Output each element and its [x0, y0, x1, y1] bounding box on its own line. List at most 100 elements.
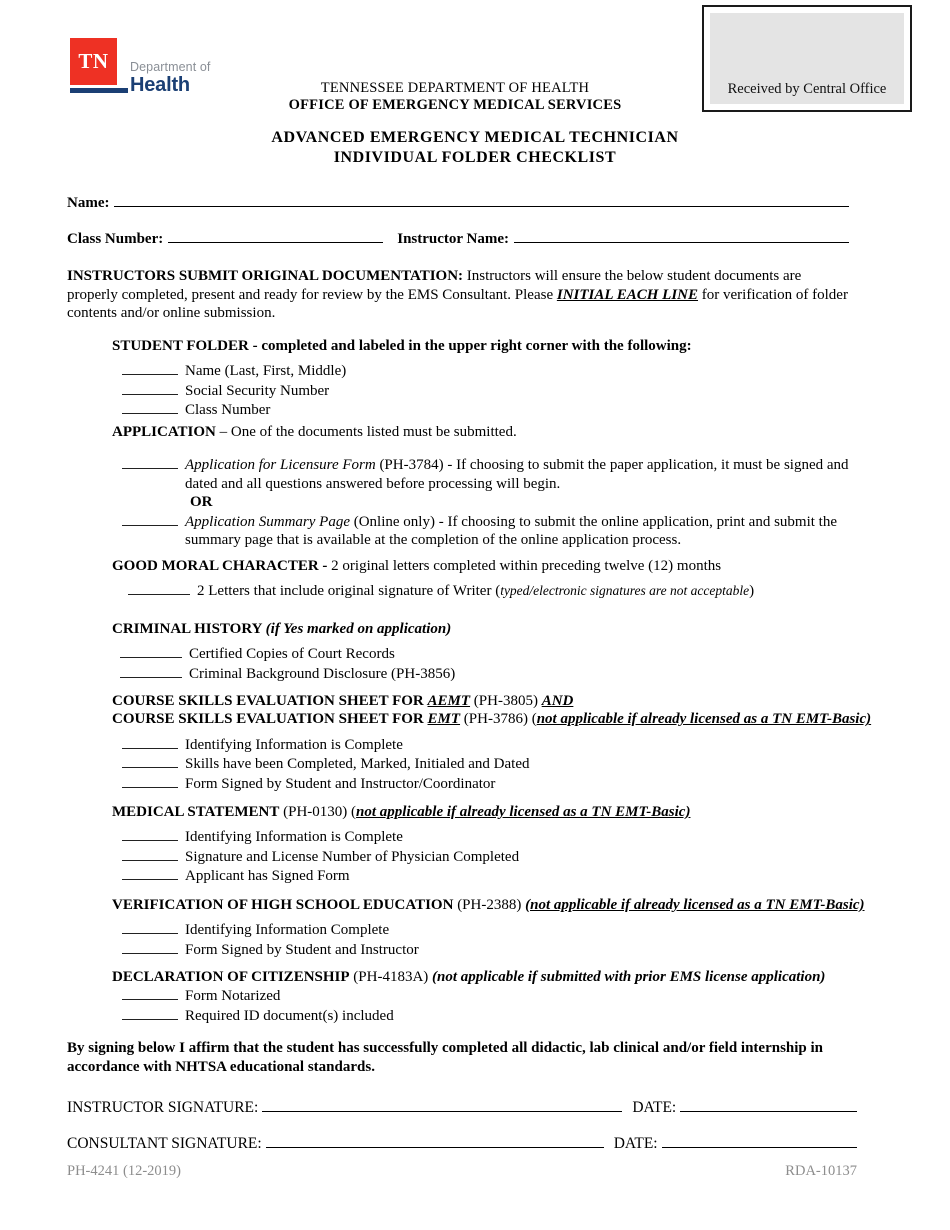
list-item-text: 2 Letters that include original signatur… [197, 583, 501, 600]
page-title-line-2: INDIVIDUAL FOLDER CHECKLIST [333, 149, 617, 166]
list-item-label: Signature and License Number of Physicia… [185, 848, 520, 865]
list-item: Required ID document(s) included [112, 1006, 872, 1025]
logo-health-label: Health [130, 74, 190, 96]
list-item: Criminal Background Disclosure (PH-3856) [112, 664, 857, 683]
initial-blank[interactable] [122, 754, 178, 769]
initial-blank[interactable] [122, 361, 178, 376]
list-item-label: Form Signed by Student and Instructor/Co… [185, 775, 496, 792]
instructor-signature-row: INSTRUCTOR SIGNATURE: DATE: [67, 1096, 857, 1117]
list-item: Application for Licensure Form (PH-3784)… [112, 455, 857, 493]
instructor-name-input[interactable] [514, 228, 849, 243]
heading-emphasis-and: AND [541, 693, 574, 709]
section-student-folder: STUDENT FOLDER - completed and labeled i… [112, 337, 852, 420]
list-item-label: Social Security Number [185, 382, 330, 399]
section-heading-bold: MEDICAL STATEMENT [112, 804, 280, 820]
instructor-signature-input[interactable] [262, 1096, 623, 1112]
name-label: Name: [67, 195, 110, 211]
section-heading-rest: - completed and labeled in the upper rig… [248, 338, 692, 354]
section-heading-medical-statement: MEDICAL STATEMENT (PH-0130) (not applica… [112, 803, 872, 821]
section-heading-high-school-verification: VERIFICATION OF HIGH SCHOOL EDUCATION (P… [112, 896, 872, 914]
section-course-skills: COURSE SKILLS EVALUATION SHEET FOR AEMT … [112, 692, 872, 793]
section-heading-note: (not applicable if submitted with prior … [432, 969, 826, 985]
initial-blank[interactable] [122, 847, 178, 861]
initial-blank[interactable] [122, 920, 178, 935]
list-item: Class Number [112, 400, 852, 419]
list-item: Certified Copies of Court Records [112, 644, 857, 663]
section-high-school-verification: VERIFICATION OF HIGH SCHOOL EDUCATION (P… [112, 896, 872, 959]
list-item: Applicant has Signed Form [112, 866, 872, 885]
list-item: Skills have been Completed, Marked, Init… [112, 754, 872, 773]
list-item-label: Form Signed by Student and Instructor [185, 941, 419, 958]
name-field-row: Name: [67, 192, 849, 212]
initial-blank[interactable] [122, 986, 178, 1001]
heading-emphasis-aemt: AEMT [427, 693, 471, 709]
form-name-italic: Application Summary Page [185, 513, 350, 530]
list-item: Form Signed by Student and Instructor/Co… [112, 774, 872, 793]
section-heading-student-folder: STUDENT FOLDER - completed and labeled i… [112, 337, 852, 355]
list-item: Form Notarized [112, 986, 872, 1005]
list-item: Form Signed by Student and Instructor [112, 940, 872, 959]
list-item: Name (Last, First, Middle) [112, 361, 852, 380]
initial-blank[interactable] [120, 644, 182, 659]
section-heading-criminal-history: CRIMINAL HISTORY (if Yes marked on appli… [112, 620, 857, 638]
instructor-date-input[interactable] [680, 1096, 857, 1112]
section-heading-declaration-citizenship: DECLARATION OF CITIZENSHIP (PH-4183A) (n… [112, 968, 872, 986]
initial-blank[interactable] [122, 1006, 178, 1020]
section-good-moral-character: GOOD MORAL CHARACTER - 2 original letter… [112, 557, 857, 601]
initial-blank[interactable] [122, 774, 178, 788]
initial-blank[interactable] [122, 735, 178, 749]
section-heading-rest: 2 original letters completed within prec… [327, 558, 722, 574]
instructions-emphasis: INITIAL EACH LINE [556, 286, 699, 303]
initial-blank[interactable] [120, 664, 182, 678]
name-input[interactable] [114, 192, 849, 207]
section-heading-bold: APPLICATION [112, 424, 216, 440]
list-item-label: Identifying Information is Complete [185, 829, 403, 846]
list-item: Signature and License Number of Physicia… [112, 847, 872, 866]
form-name-italic: Application for Licensure Form [185, 457, 376, 474]
initial-blank[interactable] [122, 827, 178, 842]
document-page: TN Department of Health TENNESSEE DEPART… [0, 0, 950, 1230]
section-heading-good-moral-character: GOOD MORAL CHARACTER - 2 original letter… [112, 557, 857, 575]
list-item-note: typed/electronic signatures are not acce… [500, 583, 750, 599]
list-item: Identifying Information is Complete [112, 735, 872, 754]
consultant-date-input[interactable] [661, 1132, 857, 1148]
list-item-label: 2 Letters that include original signatur… [190, 582, 754, 600]
footer-form-number: PH-4241 (12-2019) [67, 1163, 181, 1179]
section-application: APPLICATION – One of the documents liste… [112, 423, 857, 549]
list-item-label: Criminal Background Disclosure (PH-3856) [189, 665, 456, 682]
section-heading-note: (not applicable if already licensed as a… [525, 897, 865, 913]
list-item-label: Application for Licensure Form (PH-3784)… [178, 456, 857, 493]
list-item-text-end: ) [749, 583, 755, 600]
section-heading-rest: – One of the documents listed must be su… [215, 424, 517, 440]
list-item-label: Certified Copies of Court Records [189, 646, 395, 663]
initial-blank[interactable] [122, 866, 178, 881]
initial-blank[interactable] [122, 940, 178, 954]
heading-form-code: (PH-3786) ( [460, 711, 537, 728]
tn-logo-underbar [70, 88, 128, 93]
list-item-label: Name (Last, First, Middle) [185, 363, 347, 380]
heading-note: not applicable if already licensed as a … [536, 711, 872, 728]
heading-text-a: COURSE SKILLS EVALUATION SHEET FOR [112, 711, 428, 728]
consultant-signature-input[interactable] [265, 1132, 604, 1148]
section-declaration-citizenship: DECLARATION OF CITIZENSHIP (PH-4183A) (n… [112, 968, 872, 1025]
list-item-label: Class Number [185, 402, 271, 419]
class-number-input[interactable] [168, 228, 384, 243]
section-heading-note: not applicable if already licensed as a … [356, 804, 691, 820]
initial-blank[interactable] [122, 512, 178, 526]
initial-blank[interactable] [122, 381, 178, 395]
document-footer: PH-4241 (12-2019) RDA-10137 [67, 1163, 857, 1180]
section-heading-rest: (PH-4183A) [349, 969, 433, 985]
org-line-office: OFFICE OF EMERGENCY MEDICAL SERVICES [288, 97, 622, 113]
list-item-label: Skills have been Completed, Marked, Init… [185, 756, 530, 773]
affirmation-statement: By signing below I affirm that the stude… [67, 1040, 824, 1075]
list-item-label: Application Summary Page (Online only) -… [178, 513, 857, 550]
section-heading-bold: CRIMINAL HISTORY [112, 621, 266, 637]
footer-rda-number: RDA-10137 [785, 1163, 857, 1179]
initial-blank[interactable] [122, 400, 178, 415]
initial-blank[interactable] [122, 455, 178, 470]
initial-blank[interactable] [128, 581, 190, 596]
date-label-consultant: DATE: [613, 1135, 658, 1152]
section-heading-bold: STUDENT FOLDER [112, 338, 249, 354]
instructions-paragraph: INSTRUCTORS SUBMIT ORIGINAL DOCUMENTATIO… [67, 267, 849, 323]
instructions-lead: INSTRUCTORS SUBMIT ORIGINAL DOCUMENTATIO… [67, 268, 464, 284]
